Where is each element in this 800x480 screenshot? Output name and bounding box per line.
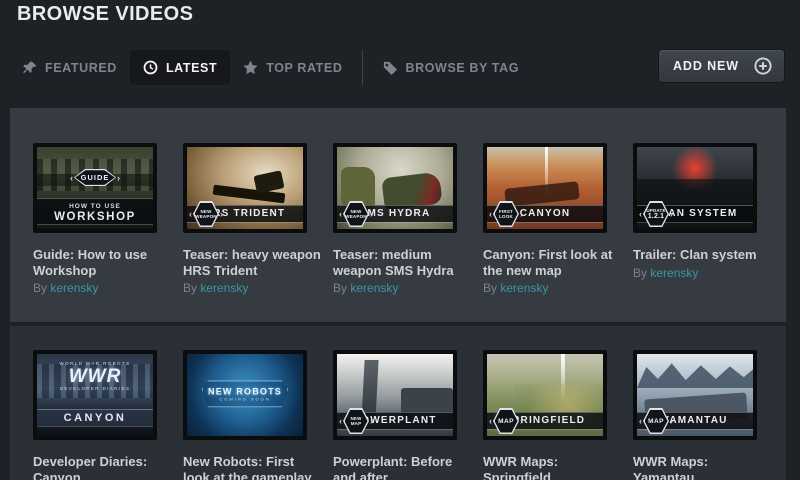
thumbnail-badge-icon: GUIDE bbox=[70, 169, 120, 186]
video-card: UPDATE1.2.1 CLAN SYSTEM Trailer: Clan sy… bbox=[633, 143, 783, 295]
video-title[interactable]: WWR Maps: Springfield bbox=[483, 454, 621, 480]
tab-bar: FEATURED LATEST TOP RATED BROWSE BY TAG bbox=[10, 50, 532, 85]
thumbnail-emblem: NEW ROBOTS COMING SOON bbox=[202, 380, 288, 407]
tab-divider bbox=[362, 50, 363, 85]
video-title[interactable]: Guide: How to use Workshop bbox=[33, 247, 171, 278]
video-thumbnail[interactable]: MAP YAMANTAU bbox=[633, 350, 757, 440]
author-link[interactable]: kerensky bbox=[650, 266, 698, 280]
video-card: NEW ROBOTS COMING SOON New Robots: First… bbox=[183, 350, 333, 480]
tab-label: LATEST bbox=[166, 61, 217, 75]
video-cards-row: WORLD WAR ROBOTS WWR DEVELOPER DIARIES C… bbox=[33, 350, 783, 480]
video-title[interactable]: Trailer: Clan system bbox=[633, 247, 771, 263]
star-icon bbox=[243, 60, 258, 75]
video-thumbnail[interactable]: MAP SPRINGFIELD bbox=[483, 350, 607, 440]
video-title[interactable]: WWR Maps: Yamantau bbox=[633, 454, 771, 480]
tab-label: FEATURED bbox=[45, 61, 117, 75]
author-by-label: By bbox=[183, 281, 197, 295]
thumbnail-logo: WORLD WAR ROBOTS WWR DEVELOPER DIARIES bbox=[37, 361, 153, 392]
video-author: By kerensky bbox=[633, 266, 783, 280]
video-title[interactable]: Teaser: heavy weapon HRS Trident bbox=[183, 247, 321, 278]
pin-icon bbox=[23, 61, 37, 75]
video-title[interactable]: Powerplant: Before and after bbox=[333, 454, 471, 480]
tab-top-rated[interactable]: TOP RATED bbox=[230, 50, 355, 85]
video-card: NEWWEAPON SMS HYDRA Teaser: medium weapo… bbox=[333, 143, 483, 295]
page-title: BROWSE VIDEOS bbox=[17, 3, 193, 26]
video-row-panel: GUIDE HOW TO USEWORKSHOP Guide: How to u… bbox=[10, 108, 786, 322]
thumbnail-art bbox=[637, 358, 753, 388]
author-by-label: By bbox=[483, 281, 497, 295]
video-author: By kerensky bbox=[483, 281, 633, 295]
tab-label: BROWSE BY TAG bbox=[405, 61, 519, 75]
video-card: GUIDE HOW TO USEWORKSHOP Guide: How to u… bbox=[33, 143, 183, 295]
author-by-label: By bbox=[633, 266, 647, 280]
video-thumbnail[interactable]: NEWWEAPON SMS HYDRA bbox=[333, 143, 457, 233]
thumbnail-banner: HOW TO USEWORKSHOP bbox=[37, 198, 153, 224]
author-link[interactable]: kerensky bbox=[350, 281, 398, 295]
thumbnail-banner: CANYON bbox=[37, 409, 153, 426]
video-title[interactable]: New Robots: First look at the gameplay bbox=[183, 454, 321, 480]
video-card: NEWMAP POWERPLANT Powerplant: Before and… bbox=[333, 350, 483, 480]
video-author: By kerensky bbox=[33, 281, 183, 295]
clock-icon bbox=[143, 60, 158, 75]
thumbnail-badge-icon: UPDATE1.2.1 bbox=[639, 201, 673, 227]
author-by-label: By bbox=[33, 281, 47, 295]
thumbnail-badge-icon: NEWMAP bbox=[339, 408, 373, 434]
tab-featured[interactable]: FEATURED bbox=[10, 50, 130, 85]
video-title[interactable]: Teaser: medium weapon SMS Hydra bbox=[333, 247, 471, 278]
thumbnail-art bbox=[253, 170, 284, 193]
video-row-panel: WORLD WAR ROBOTS WWR DEVELOPER DIARIES C… bbox=[10, 326, 786, 480]
video-title[interactable]: Developer Diaries: Canyon bbox=[33, 454, 171, 480]
plus-circle-icon bbox=[739, 57, 772, 75]
author-link[interactable]: kerensky bbox=[200, 281, 248, 295]
tab-label: TOP RATED bbox=[266, 61, 342, 75]
video-card: MAP YAMANTAU WWR Maps: Yamantau bbox=[633, 350, 783, 480]
thumbnail-badge-icon: FIRSTLOOK bbox=[489, 201, 523, 227]
author-link[interactable]: kerensky bbox=[500, 281, 548, 295]
video-thumbnail[interactable]: GUIDE HOW TO USEWORKSHOP bbox=[33, 143, 157, 233]
author-link[interactable]: kerensky bbox=[50, 281, 98, 295]
thumbnail-badge-icon: NEWWEAPON bbox=[189, 201, 223, 227]
add-new-button[interactable]: ADD NEW bbox=[658, 49, 785, 83]
thumbnail-badge-icon: MAP bbox=[639, 408, 673, 434]
video-thumbnail[interactable]: NEWMAP POWERPLANT bbox=[333, 350, 457, 440]
video-author: By kerensky bbox=[333, 281, 483, 295]
thumbnail-badge-icon: MAP bbox=[489, 408, 523, 434]
video-thumbnail[interactable]: NEWWEAPON HRS TRIDENT bbox=[183, 143, 307, 233]
tab-latest[interactable]: LATEST bbox=[130, 50, 230, 85]
video-card: NEWWEAPON HRS TRIDENT Teaser: heavy weap… bbox=[183, 143, 333, 295]
video-card: FIRSTLOOK CANYON Canyon: First look at t… bbox=[483, 143, 633, 295]
video-thumbnail[interactable]: NEW ROBOTS COMING SOON bbox=[183, 350, 307, 440]
video-card: MAP SPRINGFIELD WWR Maps: Springfield bbox=[483, 350, 633, 480]
video-card: WORLD WAR ROBOTS WWR DEVELOPER DIARIES C… bbox=[33, 350, 183, 480]
video-thumbnail[interactable]: WORLD WAR ROBOTS WWR DEVELOPER DIARIES C… bbox=[33, 350, 157, 440]
video-thumbnail[interactable]: UPDATE1.2.1 CLAN SYSTEM bbox=[633, 143, 757, 233]
author-by-label: By bbox=[333, 281, 347, 295]
tab-browse-by-tag[interactable]: BROWSE BY TAG bbox=[370, 50, 532, 85]
tag-icon bbox=[383, 61, 397, 75]
video-cards-row: GUIDE HOW TO USEWORKSHOP Guide: How to u… bbox=[33, 143, 783, 295]
video-thumbnail[interactable]: FIRSTLOOK CANYON bbox=[483, 143, 607, 233]
add-new-label: ADD NEW bbox=[673, 59, 739, 73]
video-author: By kerensky bbox=[183, 281, 333, 295]
thumbnail-badge-icon: NEWWEAPON bbox=[339, 201, 373, 227]
video-title[interactable]: Canyon: First look at the new map bbox=[483, 247, 621, 278]
